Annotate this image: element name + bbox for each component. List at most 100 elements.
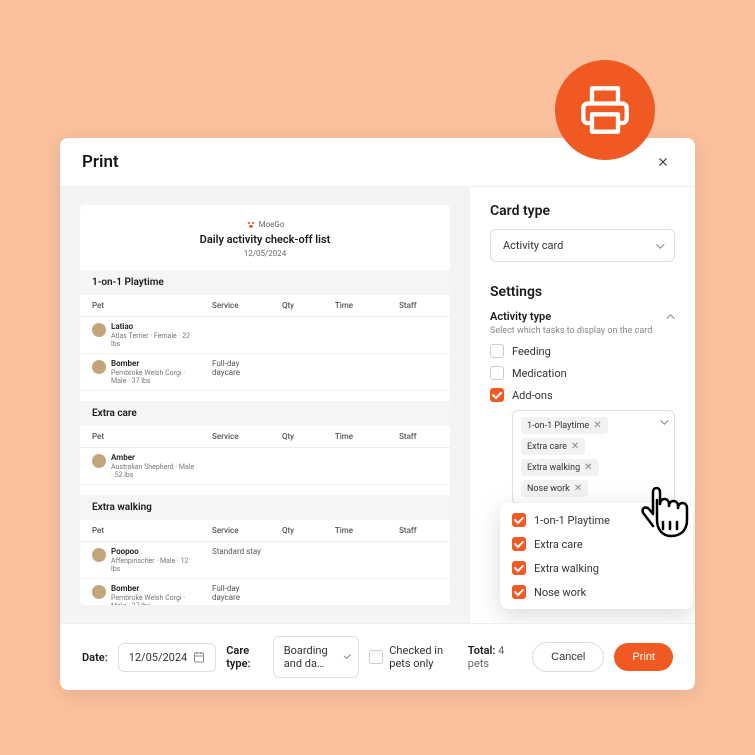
checkbox-label: Add-ons xyxy=(512,389,553,402)
pet-meta: Affenpinscher · Male · 12 lbs xyxy=(111,557,196,573)
pet-cell: LatiaoAtlas Terrier · Female · 22 lbs xyxy=(92,322,196,348)
print-modal: Print MoeGo Daily activity check-off lis… xyxy=(60,138,695,690)
checkbox-icon xyxy=(512,561,526,575)
tag-label: 1-on-1 Playtime xyxy=(527,421,589,431)
care-type-select[interactable]: Boarding and da… xyxy=(273,636,359,678)
activity-type-desc: Select which tasks to display on the car… xyxy=(490,326,675,336)
activity-type-header[interactable]: Activity type xyxy=(490,310,675,323)
pet-cell: BomberPembroke Welsh Corgi · Male · 37 l… xyxy=(92,584,196,605)
pet-name: Bomber xyxy=(111,359,196,368)
avatar xyxy=(92,454,106,468)
doc-header: MoeGo Daily activity check-off list 12/0… xyxy=(80,219,450,258)
activity-section-title: Extra walking xyxy=(80,495,450,520)
column-header: Time xyxy=(323,426,387,448)
checkbox-label: Medication xyxy=(512,367,567,380)
table-row: AmberAustralian Shepherd · Male · 52 lbs xyxy=(80,448,450,485)
checkbox-icon xyxy=(369,650,383,664)
empty-cell xyxy=(270,317,323,354)
addon-tag: Extra care ✕ xyxy=(521,438,585,455)
brand-name: MoeGo xyxy=(259,220,285,229)
column-header: Staff xyxy=(387,520,450,542)
preview-document: MoeGo Daily activity check-off list 12/0… xyxy=(80,205,450,605)
settings-panel: Card type Activity card Settings Activit… xyxy=(470,187,695,623)
cancel-button[interactable]: Cancel xyxy=(532,642,604,672)
avatar xyxy=(92,548,106,562)
empty-cell xyxy=(323,448,387,485)
empty-cell xyxy=(387,448,450,485)
checkbox-label: Feeding xyxy=(512,345,551,358)
card-type-select[interactable]: Activity card xyxy=(490,229,675,262)
settings-section: Settings Activity type Select which task… xyxy=(490,284,675,504)
doc-date: 12/05/2024 xyxy=(80,249,450,258)
checked-in-only-checkbox[interactable]: Checked in pets only xyxy=(369,644,458,670)
pet-name: Latiao xyxy=(111,322,196,331)
activity-type-group: Activity type Select which tasks to disp… xyxy=(490,310,675,504)
pet-cell: BomberPembroke Welsh Corgi · Male · 37 l… xyxy=(92,359,196,385)
option-label: 1-on-1 Playtime xyxy=(534,514,610,527)
tag-remove-icon[interactable]: ✕ xyxy=(593,420,601,431)
column-header: Service xyxy=(200,520,270,542)
tag-remove-icon[interactable]: ✕ xyxy=(584,462,592,473)
checkbox-icon xyxy=(490,366,504,380)
tag-label: Nose work xyxy=(527,484,570,494)
pet-meta: Atlas Terrier · Female · 22 lbs xyxy=(111,332,196,348)
tag-remove-icon[interactable]: ✕ xyxy=(574,483,582,494)
column-header: Time xyxy=(323,295,387,317)
close-button[interactable] xyxy=(653,152,673,172)
modal-footer: Date: 12/05/2024 Care type: Boarding and… xyxy=(60,623,695,690)
option-label: Nose work xyxy=(534,586,586,599)
dropdown-option[interactable]: Extra walking xyxy=(512,561,681,575)
chevron-up-icon xyxy=(666,314,674,322)
card-type-section: Card type Activity card xyxy=(490,203,675,262)
activity-table: PetServiceQtyTimeStaffAmberAustralian Sh… xyxy=(80,426,450,485)
empty-cell xyxy=(387,542,450,579)
avatar xyxy=(92,360,106,374)
activity-section: Extra walkingPetServiceQtyTimeStaffPoopo… xyxy=(80,495,450,605)
date-input[interactable]: 12/05/2024 xyxy=(118,643,217,672)
activity-type-title: Activity type xyxy=(490,310,551,323)
empty-cell xyxy=(323,354,387,391)
pet-name: Poopoo xyxy=(111,547,196,556)
option-label: Extra care xyxy=(534,538,583,551)
pet-meta: Australian Shepherd · Male · 52 lbs xyxy=(111,463,196,479)
tag-label: Extra care xyxy=(527,442,567,452)
pet-meta: Pembroke Welsh Corgi · Male · 37 lbs xyxy=(111,594,196,605)
checkbox-icon xyxy=(512,513,526,527)
activity-section-title: 1-on-1 Playtime xyxy=(80,270,450,295)
column-header: Qty xyxy=(270,520,323,542)
column-header: Qty xyxy=(270,426,323,448)
service-cell: Full-day daycare xyxy=(200,354,270,391)
pet-cell: PoopooAffenpinscher · Male · 12 lbs xyxy=(92,547,196,573)
addon-tag: 1-on-1 Playtime ✕ xyxy=(521,417,608,434)
avatar xyxy=(92,323,106,337)
date-value: 12/05/2024 xyxy=(129,651,188,664)
column-header: Qty xyxy=(270,295,323,317)
column-header: Pet xyxy=(80,520,200,542)
print-button[interactable]: Print xyxy=(614,643,673,671)
option-label: Extra walking xyxy=(534,562,599,575)
dropdown-option[interactable]: Nose work xyxy=(512,585,681,599)
tag-remove-icon[interactable]: ✕ xyxy=(571,441,579,452)
total-label: Total: xyxy=(468,644,496,657)
preview-panel: MoeGo Daily activity check-off list 12/0… xyxy=(60,187,470,623)
activity-checkbox-row[interactable]: Add-ons xyxy=(490,388,675,402)
table-row: PoopooAffenpinscher · Male · 12 lbsStand… xyxy=(80,542,450,579)
table-row: BomberPembroke Welsh Corgi · Male · 37 l… xyxy=(80,354,450,391)
pet-meta: Pembroke Welsh Corgi · Male · 37 lbs xyxy=(111,369,196,385)
empty-cell xyxy=(270,354,323,391)
modal-title: Print xyxy=(82,152,119,172)
activity-checkbox-row[interactable]: Medication xyxy=(490,366,675,380)
print-badge-icon xyxy=(555,60,655,160)
care-type-label: Care type: xyxy=(226,644,263,670)
activity-checkbox-row[interactable]: Feeding xyxy=(490,344,675,358)
pet-name: Amber xyxy=(111,453,196,462)
addon-tag: Extra walking ✕ xyxy=(521,459,599,476)
service-cell xyxy=(200,448,270,485)
column-header: Staff xyxy=(387,295,450,317)
activity-section: 1-on-1 PlaytimePetServiceQtyTimeStaffLat… xyxy=(80,270,450,391)
tag-label: Extra walking xyxy=(527,463,580,473)
empty-cell xyxy=(323,542,387,579)
column-header: Staff xyxy=(387,426,450,448)
column-header: Service xyxy=(200,295,270,317)
checked-in-label: Checked in pets only xyxy=(389,644,458,670)
